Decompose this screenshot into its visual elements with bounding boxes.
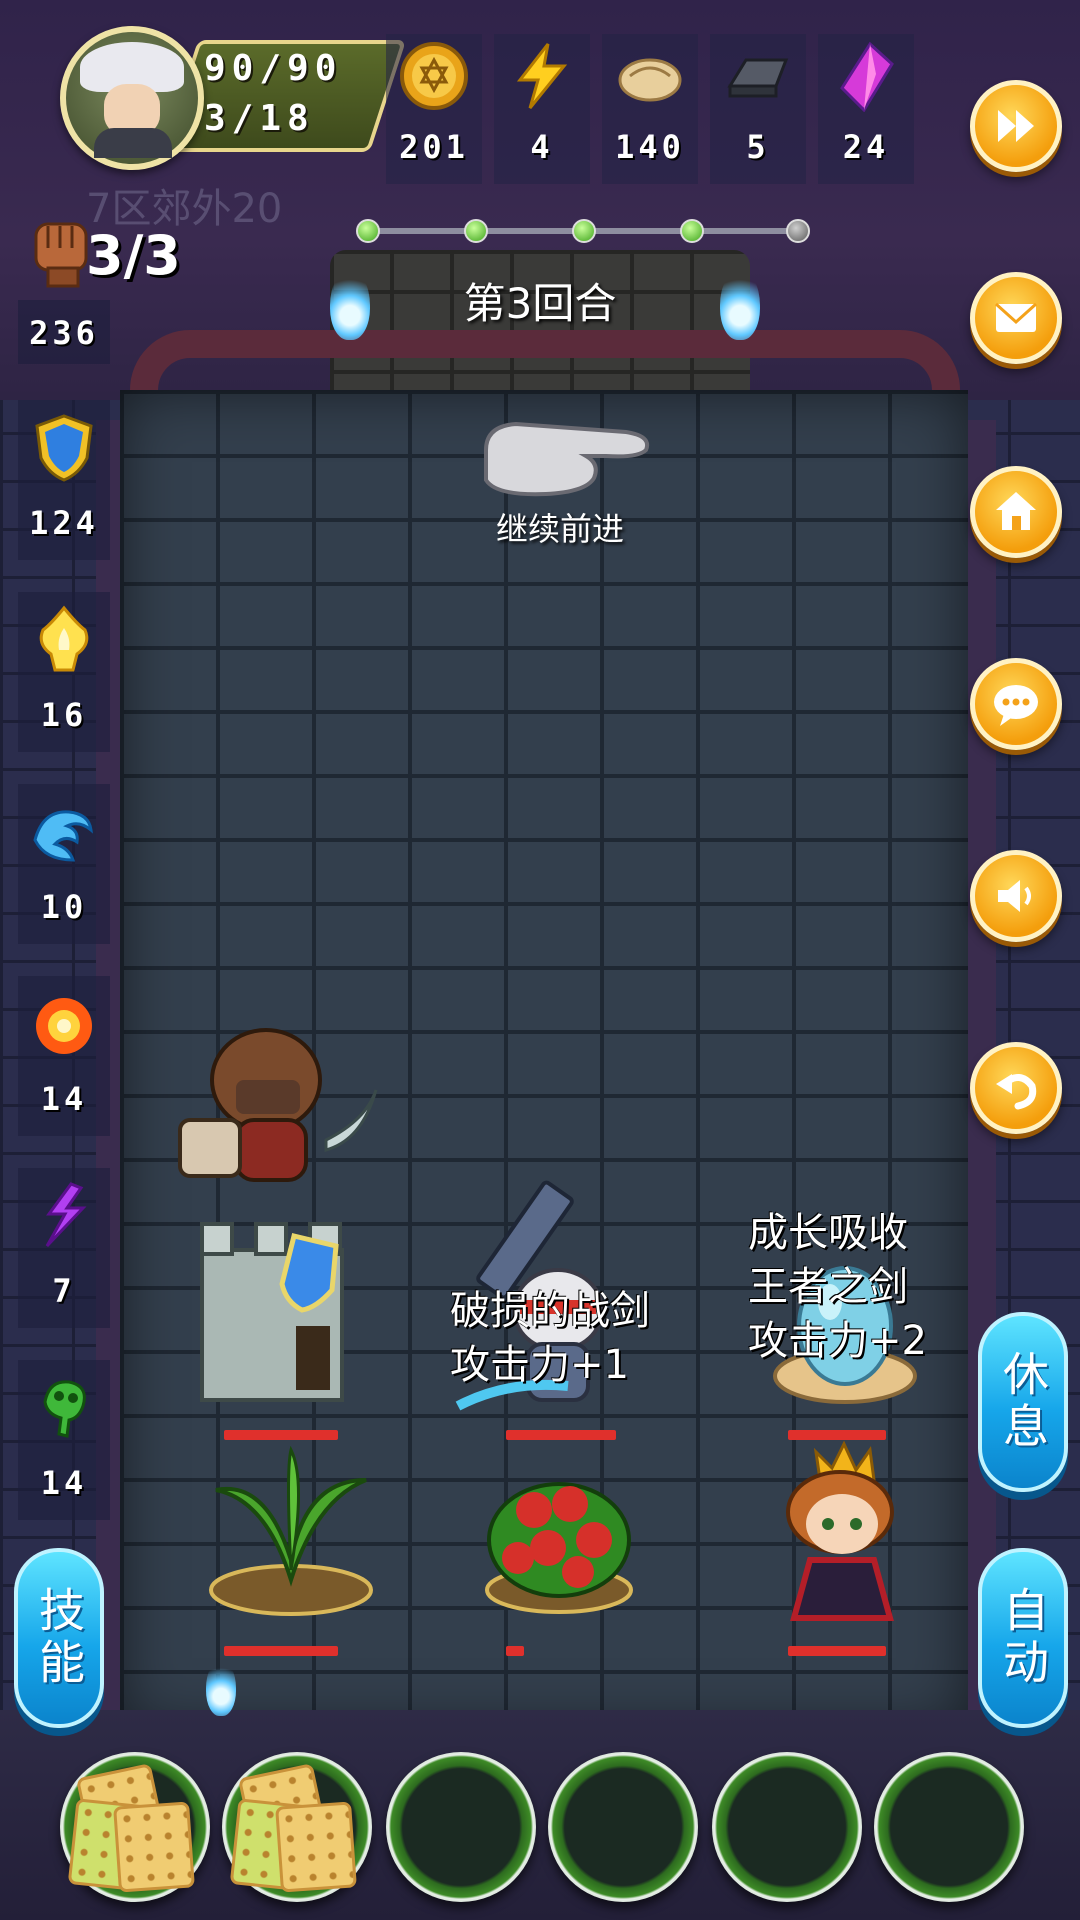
defense-value: 124 xyxy=(29,504,99,542)
mail-icon xyxy=(994,302,1038,332)
item-slot-1[interactable] xyxy=(60,1752,210,1902)
stat-fire[interactable]: 14 xyxy=(18,976,110,1136)
chat-icon xyxy=(994,685,1038,726)
skill-button[interactable]: 技能 xyxy=(14,1548,104,1728)
auto-button[interactable]: 自动 xyxy=(978,1548,1068,1728)
princess-hp-bar xyxy=(788,1646,886,1656)
progress-node-1 xyxy=(356,219,380,243)
resource-bread[interactable]: 140 xyxy=(602,34,698,184)
stat-defense[interactable]: 124 xyxy=(18,400,110,560)
blue-flame-icon xyxy=(330,270,370,340)
item-slot-3[interactable] xyxy=(386,1752,536,1902)
poison-value: 14 xyxy=(40,1464,88,1502)
tower-hp-bar xyxy=(224,1430,338,1440)
stat-water[interactable]: 10 xyxy=(18,784,110,944)
herb-plant[interactable] xyxy=(196,1440,386,1620)
round-label: 第3回合 xyxy=(463,279,617,328)
water-wave-icon xyxy=(33,810,93,862)
stat-lightning[interactable]: 7 xyxy=(18,1168,110,1328)
shield-icon xyxy=(35,414,93,482)
green-poison-icon xyxy=(43,1380,86,1438)
resource-crystal[interactable]: 24 xyxy=(818,34,914,184)
fire-icon xyxy=(36,998,92,1054)
undo-icon xyxy=(996,1074,1037,1110)
item-slot-2[interactable] xyxy=(222,1752,372,1902)
crystal-icon xyxy=(840,41,894,113)
mail-button[interactable] xyxy=(970,272,1062,364)
lightning-value: 7 xyxy=(52,1272,76,1310)
biscuit-icon xyxy=(113,1801,195,1893)
tomato-bush[interactable] xyxy=(474,1440,644,1620)
crystal-value: 24 xyxy=(842,128,890,166)
egg-float-line: 成长吸收 王者之剑 攻击力+2 xyxy=(748,1210,927,1364)
fire-value: 14 xyxy=(40,1080,88,1118)
hp-text: 90/90 xyxy=(204,48,343,89)
barbarian-monster[interactable] xyxy=(176,1010,386,1200)
holy-flame-icon xyxy=(39,605,89,672)
blue-flame-icon xyxy=(720,270,760,340)
progress-node-5 xyxy=(786,219,810,243)
purple-lightning-icon xyxy=(45,1182,87,1248)
iron-ingot-icon xyxy=(727,58,789,98)
speaker-icon xyxy=(998,880,1031,912)
water-value: 10 xyxy=(40,888,88,926)
iron-value: 5 xyxy=(746,128,770,166)
item-slot-5[interactable] xyxy=(712,1752,862,1902)
holy-value: 16 xyxy=(40,696,88,734)
bread-icon xyxy=(618,58,682,102)
princess-character[interactable] xyxy=(770,1440,920,1630)
item-slot-6[interactable] xyxy=(874,1752,1024,1902)
avatar[interactable] xyxy=(60,26,204,170)
biscuit-icon xyxy=(275,1801,357,1893)
bread-value: 140 xyxy=(615,128,685,166)
rest-button[interactable]: 休息 xyxy=(978,1312,1068,1492)
home-button[interactable] xyxy=(970,466,1062,558)
egg-hp-bar xyxy=(788,1430,886,1440)
progress-node-2 xyxy=(464,219,488,243)
stat-holy[interactable]: 16 xyxy=(18,592,110,752)
energy-value: 4 xyxy=(530,128,554,166)
continue-hint: 继续前进 xyxy=(495,510,624,548)
level-text: 3/18 xyxy=(204,98,315,139)
resource-gold[interactable]: 201 xyxy=(386,34,482,184)
attack-count: 3/3 xyxy=(86,224,181,287)
fast-forward-icon xyxy=(998,110,1034,142)
back-button[interactable] xyxy=(970,1042,1062,1134)
bush-hp-bar xyxy=(506,1646,524,1656)
sword-float-line: 破损的战剑 攻击力+1 xyxy=(450,1288,650,1388)
resource-energy[interactable]: 4 xyxy=(494,34,590,184)
stat-attack[interactable]: 236 xyxy=(18,300,110,364)
hero-hp-bar xyxy=(506,1430,616,1440)
progress-node-4 xyxy=(680,219,704,243)
gold-coin-icon xyxy=(400,42,468,110)
fast-forward-button[interactable] xyxy=(970,80,1062,172)
sword-float-text: 破损的战剑 攻击力+1 xyxy=(450,1284,650,1392)
fist-icon xyxy=(34,222,88,288)
stat-poison[interactable]: 14 xyxy=(18,1360,110,1520)
lightning-icon xyxy=(516,43,568,109)
sound-button[interactable] xyxy=(970,850,1062,942)
chat-button[interactable] xyxy=(970,658,1062,750)
resource-iron[interactable]: 5 xyxy=(710,34,806,184)
gold-value: 201 xyxy=(399,128,469,166)
coat-icon xyxy=(94,128,172,158)
plant-hp-bar xyxy=(224,1646,338,1656)
home-icon xyxy=(996,492,1036,530)
egg-float-text: 成长吸收 王者之剑 攻击力+2 xyxy=(748,1206,927,1368)
castle-tower[interactable] xyxy=(186,1210,376,1410)
pointing-hand-icon xyxy=(484,421,649,497)
blue-flame-icon xyxy=(206,1660,236,1716)
item-slot-4[interactable] xyxy=(548,1752,698,1902)
progress-node-3 xyxy=(572,219,596,243)
attack-value: 236 xyxy=(29,314,99,352)
